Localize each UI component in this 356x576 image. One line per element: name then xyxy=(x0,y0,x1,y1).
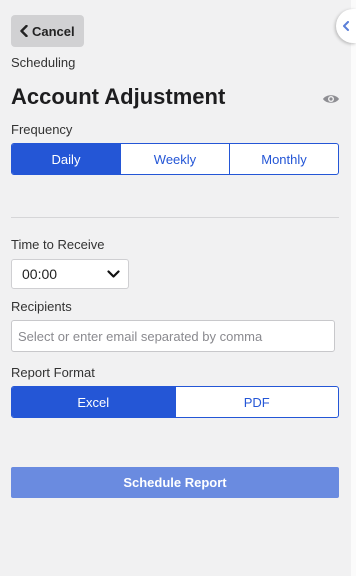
time-select-value: 00:00 xyxy=(22,266,58,282)
page-title: Account Adjustment xyxy=(11,84,226,109)
time-select[interactable]: 00:00 xyxy=(11,259,129,289)
time-to-receive-label: Time to Receive xyxy=(11,237,105,252)
format-option-excel[interactable]: Excel xyxy=(12,387,175,417)
eye-icon[interactable] xyxy=(322,92,340,110)
format-option-pdf[interactable]: PDF xyxy=(174,387,339,417)
scheduling-panel: Cancel Scheduling Account Adjustment Fre… xyxy=(0,0,351,576)
recipients-input[interactable] xyxy=(11,320,335,352)
scrollbar[interactable] xyxy=(351,0,356,576)
chevron-left-icon xyxy=(20,25,28,37)
frequency-label: Frequency xyxy=(11,122,73,137)
section-divider xyxy=(11,217,339,218)
chevron-down-icon xyxy=(107,269,120,278)
frequency-option-weekly[interactable]: Weekly xyxy=(120,144,229,174)
cancel-button[interactable]: Cancel xyxy=(11,15,84,47)
section-eyebrow: Scheduling xyxy=(11,55,76,70)
report-format-label: Report Format xyxy=(11,365,95,380)
cancel-label: Cancel xyxy=(32,23,75,39)
report-format-segmented-control: Excel PDF xyxy=(11,386,339,418)
schedule-report-button[interactable]: Schedule Report xyxy=(11,467,339,498)
frequency-option-monthly[interactable]: Monthly xyxy=(229,144,338,174)
recipients-label: Recipients xyxy=(11,299,72,314)
chevron-left-icon xyxy=(343,21,349,31)
frequency-segmented-control: Daily Weekly Monthly xyxy=(11,143,339,175)
frequency-option-daily[interactable]: Daily xyxy=(12,144,120,174)
